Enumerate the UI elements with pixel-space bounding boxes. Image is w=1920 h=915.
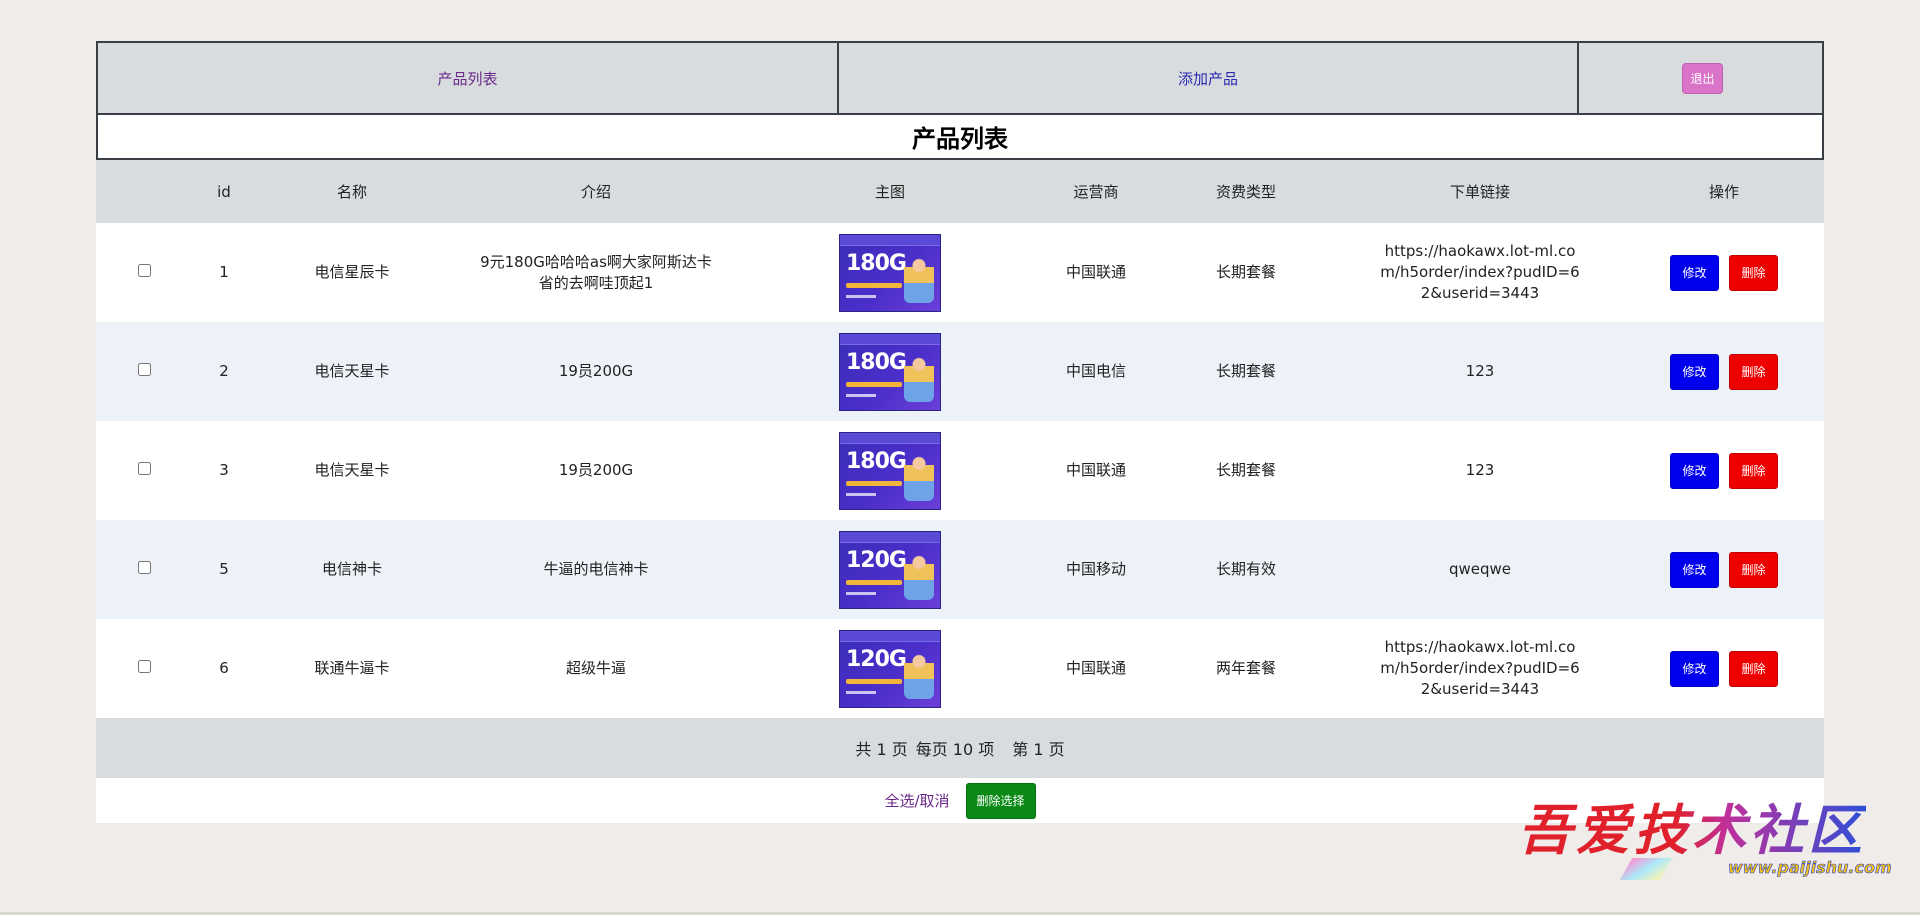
product-image: 120G <box>839 629 941 708</box>
watermark-title: 吾爱技术社区 <box>1518 798 1866 862</box>
watermark-logo: 吾爱技术社区 www.paijishu.com <box>1518 800 1900 890</box>
edit-button[interactable]: 修改 <box>1670 650 1719 687</box>
edit-button[interactable]: 修改 <box>1670 254 1719 291</box>
product-table: id 名称 介绍 主图 运营商 资费类型 下单链接 操作 1 电信星辰卡 9元1… <box>96 160 1824 718</box>
row-carrier: 中国联通 <box>1036 421 1156 520</box>
row-carrier: 中国联通 <box>1036 223 1156 322</box>
pagination-bar: 共 1 页 每页 10 项 第 1 页 <box>96 718 1824 778</box>
row-checkbox[interactable] <box>137 561 151 574</box>
table-row: 3 电信天星卡 19员200G 180G 中国联通 长期套餐 123 修改 删除 <box>96 421 1824 520</box>
row-plan: 长期有效 <box>1156 520 1336 619</box>
table-row: 6 联通牛逼卡 超级牛逼 120G 中国联通 两年套餐 https://haok… <box>96 619 1824 718</box>
row-intro: 超级牛逼 <box>448 619 744 718</box>
row-carrier: 中国电信 <box>1036 322 1156 421</box>
row-link: 123 <box>1336 322 1624 421</box>
edit-button[interactable]: 修改 <box>1670 353 1719 390</box>
main-container: 产品列表 添加产品 退出 产品列表 id 名称 介绍 主图 运营商 资费类型 下… <box>96 41 1824 823</box>
table-row: 1 电信星辰卡 9元180G哈哈哈as啊大家阿斯达卡省的去啊哇顶起1 180G … <box>96 223 1824 322</box>
product-image-label: 120G <box>846 547 907 573</box>
product-image: 180G <box>839 332 941 411</box>
row-id: 3 <box>192 421 256 520</box>
delete-button[interactable]: 删除 <box>1729 452 1778 489</box>
row-intro: 19员200G <box>448 421 744 520</box>
product-image: 180G <box>839 431 941 510</box>
row-id: 2 <box>192 322 256 421</box>
nav-cell-add-product: 添加产品 <box>839 43 1579 113</box>
watermark-url: www.paijishu.com <box>1728 858 1892 878</box>
edit-button[interactable]: 修改 <box>1670 452 1719 489</box>
table-header-row: id 名称 介绍 主图 运营商 资费类型 下单链接 操作 <box>96 160 1824 223</box>
row-link: https://haokawx.lot-ml.com/h5order/index… <box>1336 223 1624 322</box>
product-image-label: 120G <box>846 646 907 672</box>
header-link: 下单链接 <box>1336 160 1624 223</box>
pager-total: 共 1 页 <box>855 740 908 759</box>
row-plan: 两年套餐 <box>1156 619 1336 718</box>
product-image: 180G <box>839 233 941 312</box>
delete-button[interactable]: 删除 <box>1729 551 1778 588</box>
nav-cell-product-list: 产品列表 <box>98 43 839 113</box>
row-checkbox[interactable] <box>137 462 151 475</box>
header-actions: 操作 <box>1624 160 1824 223</box>
table-row: 5 电信神卡 牛逼的电信神卡 120G 中国移动 长期有效 qweqwe 修改删… <box>96 520 1824 619</box>
row-plan: 长期套餐 <box>1156 322 1336 421</box>
nav-cell-logout: 退出 <box>1579 43 1826 113</box>
row-id: 1 <box>192 223 256 322</box>
row-name: 电信神卡 <box>256 520 448 619</box>
row-intro: 9元180G哈哈哈as啊大家阿斯达卡省的去啊哇顶起1 <box>448 223 744 322</box>
product-image-label: 180G <box>846 250 907 276</box>
pager-current: 第 1 页 <box>1012 740 1065 759</box>
header-intro: 介绍 <box>448 160 744 223</box>
row-link: qweqwe <box>1336 520 1624 619</box>
row-plan: 长期套餐 <box>1156 223 1336 322</box>
row-name: 电信星辰卡 <box>256 223 448 322</box>
row-intro: 19员200G <box>448 322 744 421</box>
row-intro: 牛逼的电信神卡 <box>448 520 744 619</box>
nav-link-add-product[interactable]: 添加产品 <box>1178 68 1238 89</box>
row-link: https://haokawx.lot-ml.com/h5order/index… <box>1336 619 1624 718</box>
delete-button[interactable]: 删除 <box>1729 650 1778 687</box>
row-id: 6 <box>192 619 256 718</box>
select-all-link[interactable]: 全选/取消 <box>884 790 949 811</box>
delete-selected-button[interactable]: 删除选择 <box>965 782 1036 819</box>
row-carrier: 中国联通 <box>1036 619 1156 718</box>
header-name: 名称 <box>256 160 448 223</box>
row-carrier: 中国移动 <box>1036 520 1156 619</box>
header-select <box>96 160 192 223</box>
row-checkbox[interactable] <box>137 660 151 673</box>
logout-button[interactable]: 退出 <box>1682 62 1723 94</box>
table-row: 2 电信天星卡 19员200G 180G 中国电信 长期套餐 123 修改 删除 <box>96 322 1824 421</box>
delete-button[interactable]: 删除 <box>1729 353 1778 390</box>
row-id: 5 <box>192 520 256 619</box>
delete-button[interactable]: 删除 <box>1729 254 1778 291</box>
row-name: 联通牛逼卡 <box>256 619 448 718</box>
header-id: id <box>192 160 256 223</box>
page-title: 产品列表 <box>96 115 1824 160</box>
header-carrier: 运营商 <box>1036 160 1156 223</box>
edit-button[interactable]: 修改 <box>1670 551 1719 588</box>
row-link: 123 <box>1336 421 1624 520</box>
row-checkbox[interactable] <box>137 363 151 376</box>
row-name: 电信天星卡 <box>256 421 448 520</box>
row-plan: 长期套餐 <box>1156 421 1336 520</box>
pager-per-page: 每页 10 项 <box>915 740 995 759</box>
product-image-label: 180G <box>846 448 907 474</box>
product-image: 120G <box>839 530 941 609</box>
product-image-label: 180G <box>846 349 907 375</box>
top-nav: 产品列表 添加产品 退出 <box>96 41 1824 115</box>
header-image: 主图 <box>744 160 1036 223</box>
row-name: 电信天星卡 <box>256 322 448 421</box>
header-plan: 资费类型 <box>1156 160 1336 223</box>
nav-link-product-list[interactable]: 产品列表 <box>437 68 497 89</box>
row-checkbox[interactable] <box>137 264 151 277</box>
